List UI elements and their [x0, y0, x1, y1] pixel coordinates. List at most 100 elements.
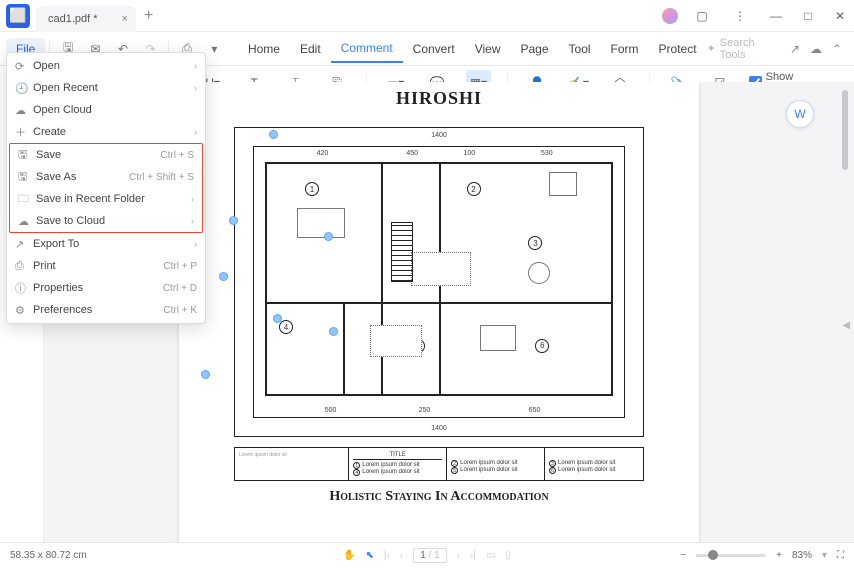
legend-title: TITLE: [353, 452, 442, 460]
zoom-slider[interactable]: [696, 554, 766, 557]
dim-bot: 1400: [431, 425, 447, 432]
coords-readout: 58.35 x 80.72 cm: [10, 550, 87, 561]
notify-icon[interactable]: ▢: [688, 2, 716, 30]
fm-save-cloud[interactable]: ☁Save to Cloud›: [10, 210, 202, 232]
fm-print[interactable]: ⎙PrintCtrl + P: [7, 255, 205, 277]
file-dropdown: ⟳Open› 🕘Open Recent› ☁Open Cloud ＋Create…: [6, 52, 206, 324]
doc-heading: HIROSHI: [179, 88, 699, 109]
next-page-icon[interactable]: ›: [457, 550, 460, 561]
wand-icon: ✦: [707, 42, 716, 55]
menu-protect[interactable]: Protect: [649, 36, 707, 62]
gear-icon: ⚙: [15, 304, 33, 317]
titlebar: ⬜ cad1.pdf * × + ▢ ⋮ — □ ✕: [0, 0, 854, 32]
legend: Lorem ipsum dolor sit TITLE 1Lorem ipsum…: [234, 447, 644, 481]
cloud-icon: ☁: [18, 215, 36, 228]
room-3: 3: [528, 236, 542, 250]
menu-comment[interactable]: Comment: [331, 35, 403, 63]
dropdown-icon[interactable]: ▾: [204, 38, 225, 60]
fm-create[interactable]: ＋Create›: [7, 121, 205, 143]
annotation-marker[interactable]: [201, 370, 210, 379]
fm-preferences[interactable]: ⚙PreferencesCtrl + K: [7, 299, 205, 321]
menu-page[interactable]: Page: [511, 36, 559, 62]
fm-save-as[interactable]: 🖫Save AsCtrl + Shift + S: [10, 166, 202, 188]
menu-edit[interactable]: Edit: [290, 36, 331, 62]
zoom-out-icon[interactable]: −: [680, 550, 686, 561]
info-icon: ⓘ: [15, 280, 33, 296]
fit-page-icon[interactable]: ⛶: [837, 550, 844, 561]
window-controls: ▢ ⋮ — □ ✕: [662, 2, 854, 30]
scrollbar[interactable]: [834, 82, 854, 542]
current-page[interactable]: 1: [420, 550, 426, 561]
menu-form[interactable]: Form: [601, 36, 649, 62]
minimize-button[interactable]: —: [762, 2, 790, 30]
first-page-icon[interactable]: |‹: [384, 550, 390, 561]
zoom-in-icon[interactable]: +: [776, 550, 782, 561]
collapse-sidebar-icon[interactable]: ◀: [842, 320, 850, 331]
menu-view[interactable]: View: [465, 36, 511, 62]
share-icon[interactable]: ↗: [790, 42, 800, 56]
floor-plan: 1400 1400 420 450 100 530 500 250 650 1 …: [234, 127, 644, 437]
document-tab[interactable]: cad1.pdf * ×: [36, 6, 136, 32]
hand-tool-icon[interactable]: ✋: [343, 550, 355, 561]
cloud-icon[interactable]: ☁: [810, 42, 822, 56]
zoom-level[interactable]: 83%: [792, 550, 812, 561]
annotation-marker[interactable]: [329, 327, 338, 336]
chevron-right-icon: ›: [194, 127, 197, 137]
menu-home[interactable]: Home: [238, 36, 290, 62]
last-page-icon[interactable]: ›|: [470, 550, 476, 561]
annotation-marker[interactable]: [273, 314, 282, 323]
search-placeholder: Search Tools: [720, 37, 780, 61]
search-tools[interactable]: ✦ Search Tools: [707, 37, 780, 61]
tab-title: cad1.pdf *: [48, 13, 98, 25]
room-4: 4: [279, 320, 293, 334]
kebab-icon[interactable]: ⋮: [726, 2, 754, 30]
ai-icon[interactable]: [662, 8, 678, 24]
fm-save-recent-folder[interactable]: 🗀Save in Recent Folder›: [10, 188, 202, 210]
open-icon: ⟳: [15, 60, 33, 73]
menu-tool[interactable]: Tool: [559, 36, 601, 62]
doc-caption: Holistic Staying In Accommodation: [179, 489, 699, 505]
annotation-marker[interactable]: [229, 216, 238, 225]
chevron-right-icon: ›: [191, 194, 194, 204]
pdf-page: HIROSHI 1400 1400 420 450 100 530 500 25…: [179, 82, 699, 542]
new-tab-button[interactable]: +: [144, 7, 153, 25]
fm-save[interactable]: 🖫SaveCtrl + S: [10, 144, 202, 166]
room-1: 1: [305, 182, 319, 196]
chevron-right-icon: ›: [191, 216, 194, 226]
zoom-dropdown-icon[interactable]: ▾: [822, 550, 827, 561]
export-icon: ↗: [15, 238, 33, 251]
select-tool-icon[interactable]: ⬉: [366, 550, 374, 561]
folder-icon: 🗀: [18, 190, 36, 209]
save-icon: 🖫: [18, 146, 36, 165]
chevron-right-icon: ›: [194, 239, 197, 249]
total-pages: / 1: [429, 550, 440, 561]
continuous-page-icon[interactable]: ▯: [505, 550, 511, 561]
maximize-button[interactable]: □: [794, 2, 822, 30]
fm-open[interactable]: ⟳Open›: [7, 55, 205, 77]
room-2: 2: [467, 182, 481, 196]
prev-page-icon[interactable]: ‹: [400, 550, 403, 561]
close-tab-icon[interactable]: ×: [122, 13, 128, 25]
room-6: 6: [535, 339, 549, 353]
save-as-icon: 🖫: [18, 168, 36, 187]
annotation-marker[interactable]: [219, 272, 228, 281]
app-icon: ⬜: [6, 4, 30, 28]
fm-export[interactable]: ↗Export To›: [7, 233, 205, 255]
plus-icon: ＋: [15, 124, 33, 140]
print-icon: ⎙: [15, 260, 33, 273]
status-bar: 58.35 x 80.72 cm ✋ ⬉ |‹ ‹ 1 / 1 › ›| ▭ ▯…: [0, 542, 854, 568]
close-window-button[interactable]: ✕: [826, 2, 854, 30]
annotation-marker[interactable]: [324, 232, 333, 241]
collapse-icon[interactable]: ⌃: [832, 42, 842, 56]
annotation-marker[interactable]: [269, 130, 278, 139]
chevron-right-icon: ›: [194, 83, 197, 93]
word-export-fab[interactable]: W: [786, 100, 814, 128]
fm-open-recent[interactable]: 🕘Open Recent›: [7, 77, 205, 99]
single-page-icon[interactable]: ▭: [486, 550, 495, 561]
chevron-right-icon: ›: [194, 61, 197, 71]
menu-convert[interactable]: Convert: [403, 36, 465, 62]
fm-properties[interactable]: ⓘPropertiesCtrl + D: [7, 277, 205, 299]
fm-open-cloud[interactable]: ☁Open Cloud: [7, 99, 205, 121]
dim-top: 1400: [431, 132, 447, 139]
cloud-icon: ☁: [15, 104, 33, 117]
